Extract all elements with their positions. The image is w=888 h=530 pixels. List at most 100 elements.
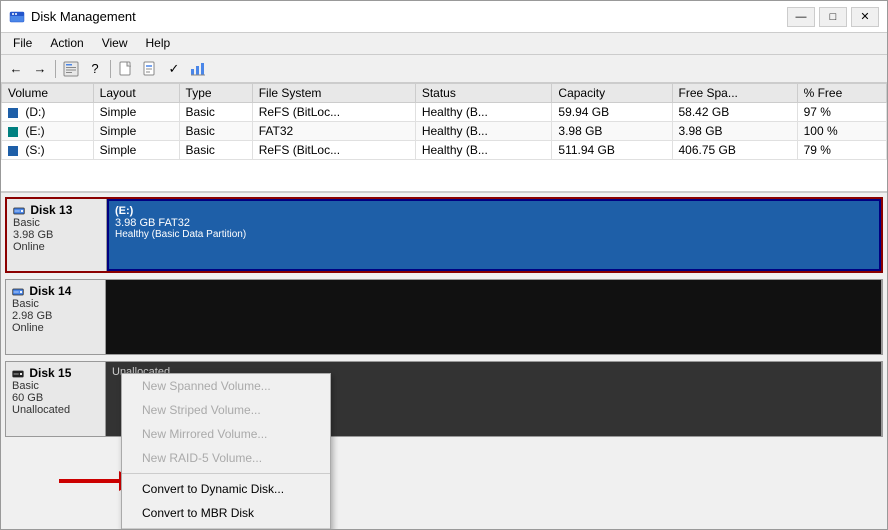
menu-bar: File Action View Help (1, 33, 887, 55)
disk-drive-icon (13, 205, 25, 217)
disk-type: Basic (12, 298, 99, 310)
disk-size: 3.98 GB (13, 229, 100, 241)
disk-panels: Disk 13 Basic 3.98 GB Online (E:) 3.98 G… (1, 193, 887, 529)
cell-pctfree: 97 % (797, 103, 886, 122)
cell-filesystem: ReFS (BitLoc... (252, 141, 415, 160)
chart-button[interactable] (187, 58, 209, 80)
partition[interactable]: (E:) 3.98 GB FAT32 Healthy (Basic Data P… (107, 199, 881, 271)
context-menu-item-new-mirrored-volume-: New Mirrored Volume... (122, 422, 330, 446)
disk-status: Unallocated (12, 404, 99, 416)
table-row[interactable]: (S:) Simple Basic ReFS (BitLoc... Health… (2, 141, 887, 160)
col-status: Status (415, 84, 552, 103)
arrow-line (59, 479, 119, 483)
col-type: Type (179, 84, 252, 103)
cell-filesystem: ReFS (BitLoc... (252, 103, 415, 122)
cell-freespace: 3.98 GB (672, 122, 797, 141)
volume-icon (8, 108, 18, 118)
disk-management-window: Disk Management — □ ✕ File Action View H… (0, 0, 888, 530)
disk-row[interactable]: Disk 14 Basic 2.98 GB Online (5, 279, 883, 355)
cell-volume: (S:) (2, 141, 94, 160)
context-menu-item-convert-to-mbr-disk[interactable]: Convert to MBR Disk (122, 501, 330, 525)
cell-volume: (D:) (2, 103, 94, 122)
disk-name: Disk 15 (12, 366, 99, 380)
new-icon (118, 61, 134, 77)
menu-view[interactable]: View (94, 35, 136, 52)
properties-button[interactable] (60, 58, 82, 80)
disk-drive-icon (12, 368, 24, 380)
context-menu-item-new-striped-volume-: New Striped Volume... (122, 398, 330, 422)
cell-type: Basic (179, 103, 252, 122)
cell-volume: (E:) (2, 122, 94, 141)
disk-drive-icon (12, 286, 24, 298)
cell-status: Healthy (B... (415, 122, 552, 141)
disk-name: Disk 13 (13, 203, 100, 217)
new-button[interactable] (115, 58, 137, 80)
menu-file[interactable]: File (5, 35, 40, 52)
close-button[interactable]: ✕ (851, 7, 879, 27)
context-menu-item-new-spanned-volume-: New Spanned Volume... (122, 374, 330, 398)
edit-button[interactable] (139, 58, 161, 80)
cell-filesystem: FAT32 (252, 122, 415, 141)
cell-pctfree: 100 % (797, 122, 886, 141)
col-capacity: Capacity (552, 84, 672, 103)
table-row[interactable]: (D:) Simple Basic ReFS (BitLoc... Health… (2, 103, 887, 122)
partition[interactable] (106, 280, 882, 354)
window-title: Disk Management (31, 9, 136, 24)
context-menu-separator (122, 528, 330, 529)
cell-status: Healthy (B... (415, 141, 552, 160)
partition-label: (E:) (115, 205, 873, 217)
cell-layout: Simple (93, 141, 179, 160)
maximize-button[interactable]: □ (819, 7, 847, 27)
volume-table: Volume Layout Type File System Status Ca… (1, 83, 887, 160)
toolbar-separator-2 (110, 60, 111, 78)
edit-icon (142, 61, 158, 77)
help-button[interactable]: ? (84, 58, 106, 80)
cell-status: Healthy (B... (415, 103, 552, 122)
partition-status: Healthy (Basic Data Partition) (115, 229, 873, 240)
disk-size: 60 GB (12, 392, 99, 404)
disk-status: Online (13, 241, 100, 253)
disk-row[interactable]: Disk 13 Basic 3.98 GB Online (E:) 3.98 G… (5, 197, 883, 273)
context-menu: New Spanned Volume...New Striped Volume.… (121, 373, 331, 529)
minimize-button[interactable]: — (787, 7, 815, 27)
forward-button[interactable]: → (29, 58, 51, 80)
cell-freespace: 58.42 GB (672, 103, 797, 122)
col-pctfree: % Free (797, 84, 886, 103)
cell-type: Basic (179, 141, 252, 160)
title-bar-left: Disk Management (9, 9, 136, 25)
volume-icon (8, 127, 18, 137)
col-volume: Volume (2, 84, 94, 103)
disk-label: Disk 15 Basic 60 GB Unallocated (6, 362, 106, 436)
disk-partitions (106, 280, 882, 354)
context-menu-separator (122, 473, 330, 474)
cell-capacity: 511.94 GB (552, 141, 672, 160)
disk-status: Online (12, 322, 99, 334)
menu-help[interactable]: Help (138, 35, 179, 52)
context-menu-item-convert-to-dynamic-disk-[interactable]: Convert to Dynamic Disk... (122, 477, 330, 501)
context-menu-item-new-raid-5-volume-: New RAID-5 Volume... (122, 446, 330, 470)
volume-icon (8, 146, 18, 156)
toolbar-separator-1 (55, 60, 56, 78)
volume-table-wrap: Volume Layout Type File System Status Ca… (1, 83, 887, 193)
title-bar: Disk Management — □ ✕ (1, 1, 887, 33)
cell-layout: Simple (93, 122, 179, 141)
window-controls: — □ ✕ (787, 7, 879, 27)
disk-name: Disk 14 (12, 284, 99, 298)
disk-partitions: (E:) 3.98 GB FAT32 Healthy (Basic Data P… (107, 199, 881, 271)
table-header-row: Volume Layout Type File System Status Ca… (2, 84, 887, 103)
col-filesystem: File System (252, 84, 415, 103)
back-button[interactable]: ← (5, 58, 27, 80)
disk-type: Basic (12, 380, 99, 392)
save-button[interactable]: ✓ (163, 58, 185, 80)
disk-size: 2.98 GB (12, 310, 99, 322)
cell-layout: Simple (93, 103, 179, 122)
cell-type: Basic (179, 122, 252, 141)
disk-label: Disk 14 Basic 2.98 GB Online (6, 280, 106, 354)
cell-capacity: 59.94 GB (552, 103, 672, 122)
toolbar: ← → ? ✓ (1, 55, 887, 83)
cell-freespace: 406.75 GB (672, 141, 797, 160)
app-icon (9, 9, 25, 25)
menu-action[interactable]: Action (42, 35, 91, 52)
disk-type: Basic (13, 217, 100, 229)
table-row[interactable]: (E:) Simple Basic FAT32 Healthy (B... 3.… (2, 122, 887, 141)
